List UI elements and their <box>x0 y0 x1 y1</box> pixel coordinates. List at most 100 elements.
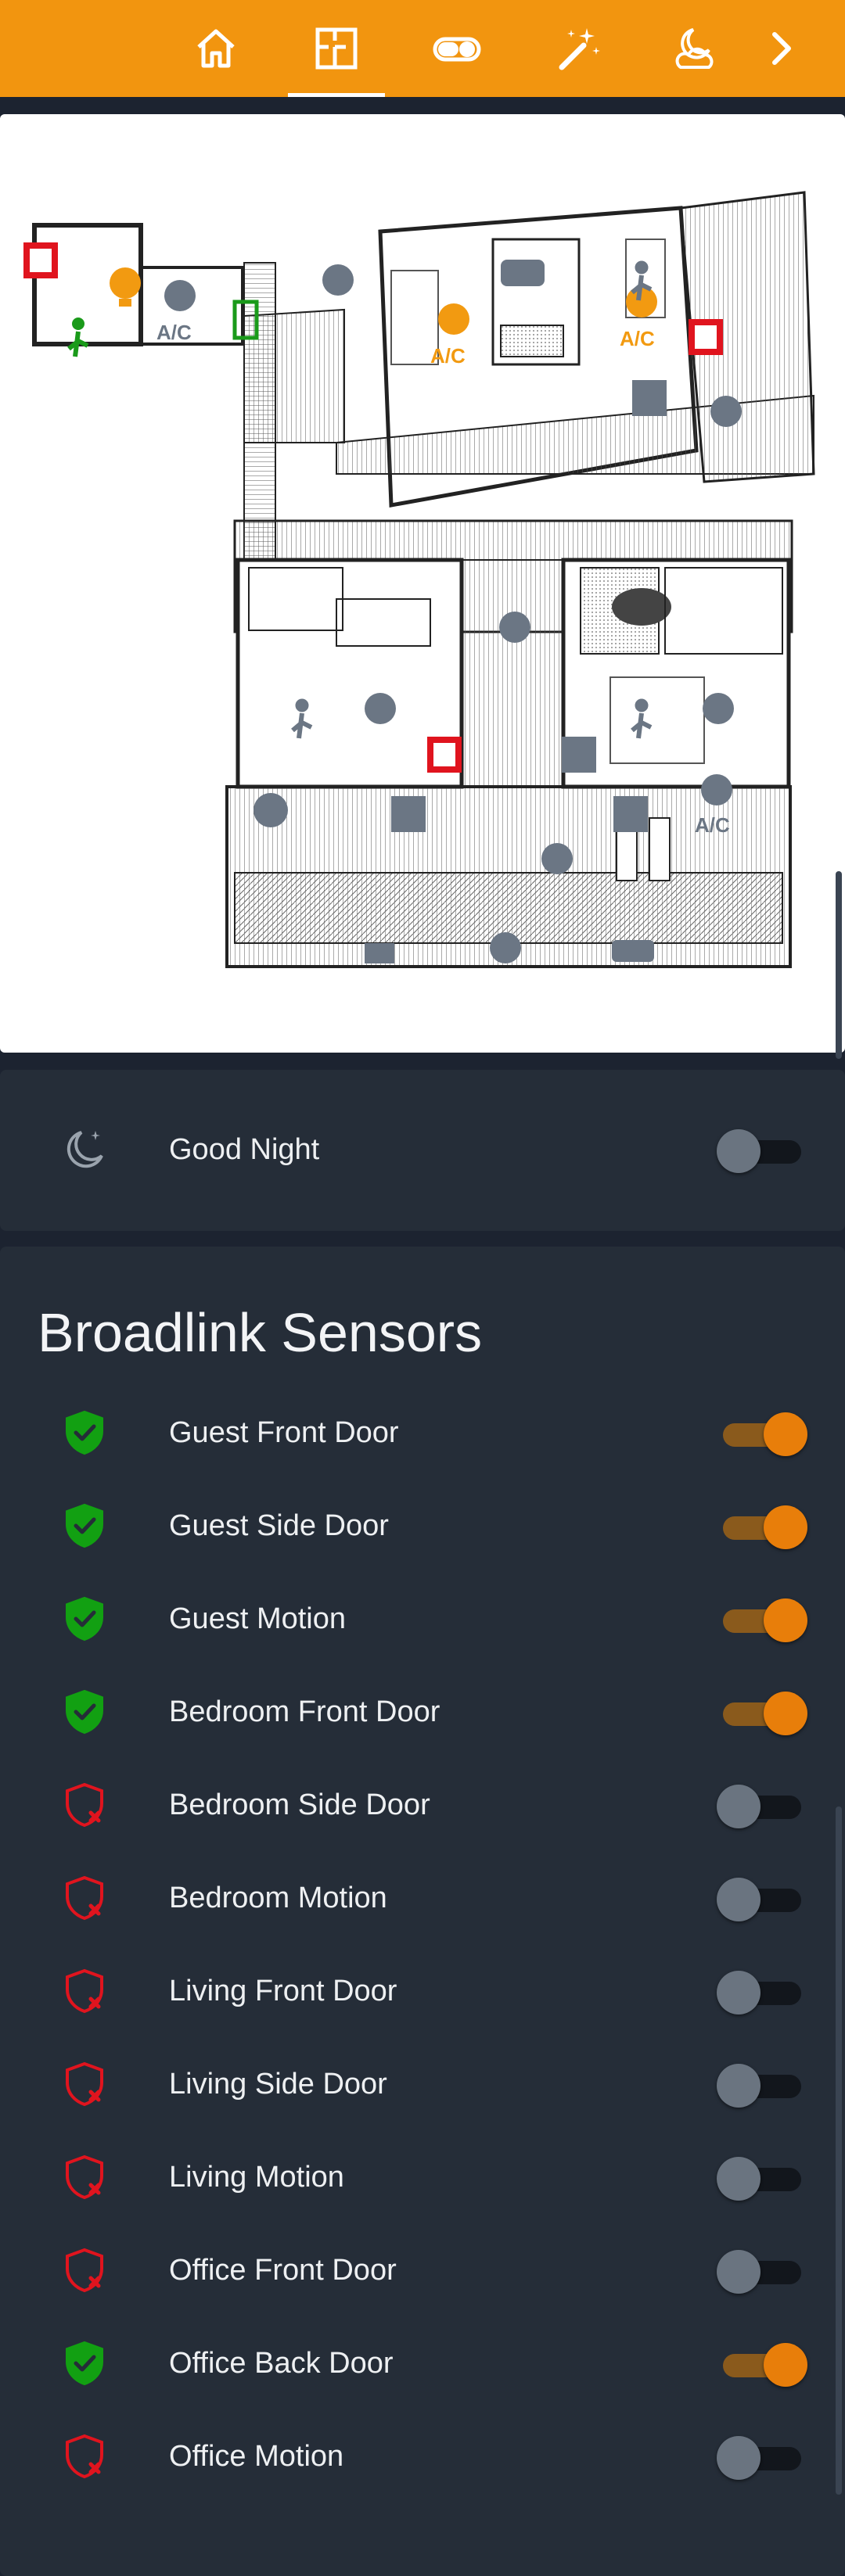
sensor-toggle[interactable] <box>720 2343 807 2387</box>
sensor-label: Guest Motion <box>169 1602 346 1635</box>
sensor-toggle[interactable] <box>720 1505 807 1549</box>
toggle-knob <box>764 2343 807 2387</box>
sensor-toggle[interactable] <box>717 2250 806 2294</box>
shield-off-icon <box>66 2061 103 2107</box>
shield-off-icon <box>66 2154 103 2200</box>
ac-label: A/C <box>620 327 655 350</box>
sensors-card-title: Broadlink Sensors <box>38 1302 483 1363</box>
toggle-knob <box>717 2250 760 2294</box>
shield-off-icon <box>66 1782 103 1828</box>
sensor-label: Bedroom Motion <box>169 1882 387 1914</box>
toggle-knob <box>764 1505 807 1549</box>
page-content: A/C A/C A/C A/C Good Night Broadlink Sen… <box>0 97 845 2576</box>
tab-more[interactable] <box>726 0 836 97</box>
shield-check-icon <box>66 1410 103 1455</box>
sensor-toggle[interactable] <box>717 1971 806 2015</box>
tab-scenes[interactable] <box>523 0 632 97</box>
bathtub-icon[interactable] <box>501 260 545 286</box>
shield-off-icon <box>66 2434 103 2479</box>
motion-sensor-icon[interactable] <box>67 318 89 357</box>
door-icon[interactable] <box>689 319 723 355</box>
scrollbar[interactable] <box>836 871 842 1059</box>
sensor-label: Guest Front Door <box>169 1416 399 1449</box>
sensor-row-office-front-door[interactable]: Office Front Door <box>0 2223 845 2317</box>
shield-check-icon <box>66 1503 103 1548</box>
shield-off-icon <box>66 2248 103 2293</box>
pump-icon[interactable] <box>612 940 654 962</box>
scene-row-good-night[interactable]: Good Night <box>0 1103 845 1197</box>
sensor-row-bedroom-side-door[interactable]: Bedroom Side Door <box>0 1758 845 1852</box>
scrollbar[interactable] <box>836 1806 842 2495</box>
sensor-row-guest-front-door[interactable]: Guest Front Door <box>0 1386 845 1480</box>
fan-icon[interactable] <box>254 793 288 827</box>
scene-toggle[interactable] <box>717 1129 806 1173</box>
door-icon[interactable] <box>23 242 58 278</box>
fountain-icon[interactable] <box>365 943 394 963</box>
sensor-toggle[interactable] <box>720 1598 807 1642</box>
sensor-row-bedroom-front-door[interactable]: Bedroom Front Door <box>0 1665 845 1759</box>
sensor-row-guest-motion[interactable]: Guest Motion <box>0 1572 845 1666</box>
toggle-knob <box>717 2436 760 2480</box>
floorplan-drawing: A/C A/C A/C A/C <box>23 191 815 968</box>
scene-label: Good Night <box>169 1133 320 1166</box>
shield-off-icon <box>66 1968 103 2014</box>
tab-home[interactable] <box>161 0 271 97</box>
sensor-toggle[interactable] <box>717 2436 806 2480</box>
sensor-label: Living Side Door <box>169 2068 387 2101</box>
floorplan-icon <box>315 27 358 70</box>
tab-floorplan[interactable] <box>282 0 391 97</box>
sensor-toggle[interactable] <box>720 1412 807 1456</box>
toggle-knob <box>764 1598 807 1642</box>
sensor-label: Office Motion <box>169 2440 344 2473</box>
sensor-toggle[interactable] <box>717 2157 806 2201</box>
sensors-card: Broadlink Sensors Guest Front Door Guest… <box>0 1247 845 2576</box>
door-icon[interactable] <box>427 737 462 773</box>
sensor-row-living-side-door[interactable]: Living Side Door <box>0 2037 845 2131</box>
sensor-label: Bedroom Side Door <box>169 1788 430 1821</box>
sensor-label: Guest Side Door <box>169 1509 389 1542</box>
sensor-toggle[interactable] <box>717 1785 806 1828</box>
magic-wand-icon <box>559 28 600 70</box>
ac-label: A/C <box>430 344 466 368</box>
ac-label: A/C <box>156 321 192 344</box>
light-bulb-icon[interactable] <box>110 267 141 307</box>
weather-night-icon <box>675 28 714 69</box>
shield-off-icon <box>66 1875 103 1921</box>
toggle-knob <box>717 1785 760 1828</box>
sensor-row-bedroom-motion[interactable]: Bedroom Motion <box>0 1851 845 1945</box>
sensor-toggle[interactable] <box>717 1878 806 1921</box>
floorplan-card: A/C A/C A/C A/C <box>0 114 845 1053</box>
shield-check-icon <box>66 1689 103 1735</box>
chevron-right-icon <box>772 32 791 65</box>
toggle-icon <box>433 37 481 62</box>
sensor-label: Office Front Door <box>169 2254 397 2287</box>
sensor-toggle[interactable] <box>720 1692 807 1735</box>
sensor-label: Bedroom Front Door <box>169 1695 440 1728</box>
toggle-knob <box>717 1878 760 1921</box>
shield-check-icon <box>66 2341 103 2386</box>
shield-check-icon <box>66 1596 103 1641</box>
scene-card: Good Night <box>0 1070 845 1231</box>
sensor-row-living-motion[interactable]: Living Motion <box>0 2130 845 2224</box>
sensor-toggle[interactable] <box>717 2064 806 2108</box>
ac-label: A/C <box>695 813 730 837</box>
sensor-label: Living Front Door <box>169 1975 397 2007</box>
toggle-knob <box>717 2157 760 2201</box>
ac-fan-icon[interactable]: A/C <box>156 280 196 344</box>
toggle-knob <box>717 1971 760 2015</box>
top-navigation-bar <box>0 0 845 97</box>
ac-fan-icon[interactable]: A/C <box>430 303 469 368</box>
sensor-label: Living Motion <box>169 2161 344 2194</box>
moon-stars-icon <box>67 1131 103 1168</box>
sensor-row-office-back-door[interactable]: Office Back Door <box>0 2316 845 2410</box>
sensor-row-office-motion[interactable]: Office Motion <box>0 2409 845 2503</box>
toggle-knob <box>764 1692 807 1735</box>
tab-toggles[interactable] <box>402 0 512 97</box>
home-icon <box>197 29 235 68</box>
toggle-knob <box>764 1412 807 1456</box>
sensor-row-living-front-door[interactable]: Living Front Door <box>0 1944 845 2038</box>
sensor-label: Office Back Door <box>169 2347 394 2380</box>
toggle-knob <box>717 2064 760 2108</box>
sensor-row-guest-side-door[interactable]: Guest Side Door <box>0 1479 845 1573</box>
toggle-knob <box>717 1129 760 1173</box>
